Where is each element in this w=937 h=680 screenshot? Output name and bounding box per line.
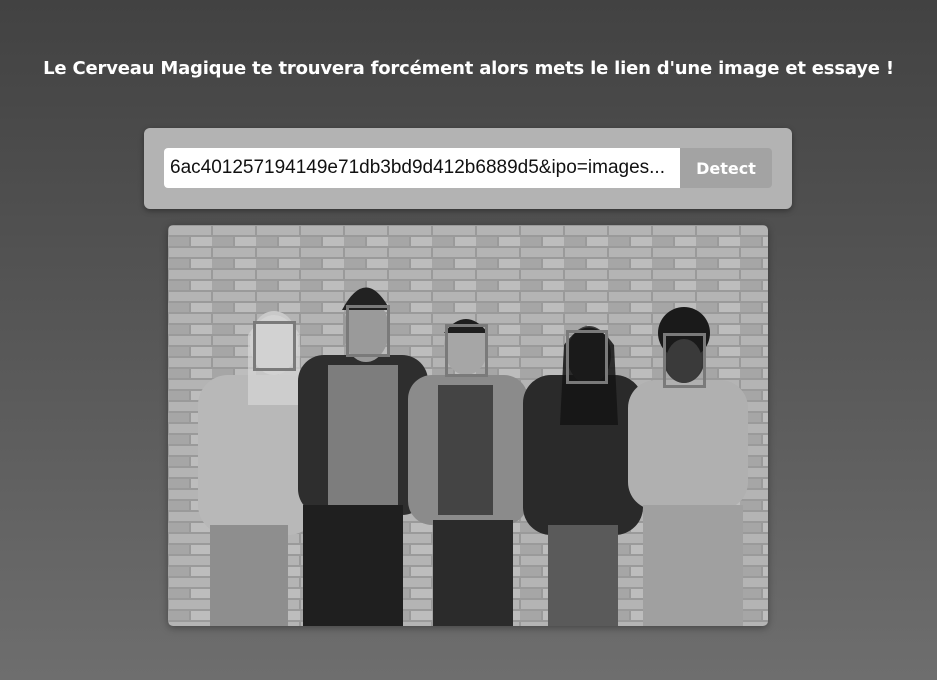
face-detection-box-5 <box>663 333 706 388</box>
face-detection-box-2 <box>346 305 390 357</box>
url-form: Detect <box>144 128 792 209</box>
face-detection-box-1 <box>253 321 296 371</box>
image-url-input[interactable] <box>164 148 680 188</box>
page-title: Le Cerveau Magique te trouvera forcément… <box>43 58 894 79</box>
face-detection-box-3 <box>445 324 488 377</box>
detect-button[interactable]: Detect <box>680 148 772 188</box>
group-photo <box>168 225 768 626</box>
result-image <box>168 225 768 626</box>
face-detection-box-4 <box>566 330 608 384</box>
